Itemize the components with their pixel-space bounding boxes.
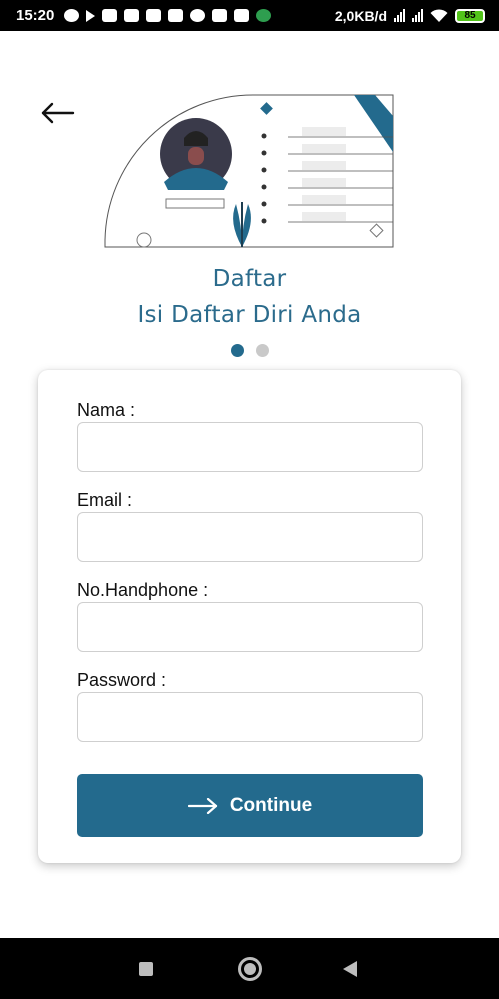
battery-icon: 85 [455, 8, 485, 23]
name-field[interactable] [77, 422, 423, 472]
system-nav-bar [0, 938, 499, 999]
signal-icon [394, 9, 405, 22]
check-icon [190, 9, 206, 22]
network-speed: 2,0KB/d [334, 7, 387, 24]
page-subtitle: Isi Daftar Diri Anda [137, 302, 362, 328]
email-label: Email : [77, 490, 133, 510]
back-triangle-icon[interactable] [343, 961, 357, 977]
name-label: Nama : [77, 400, 136, 420]
signal-icon [412, 9, 423, 22]
continue-button[interactable]: Continue [77, 774, 423, 837]
tiktok-icon [124, 9, 140, 22]
arrow-right-icon [187, 797, 217, 814]
page-title: Daftar [212, 266, 287, 292]
notification-icons [64, 9, 272, 22]
registration-form-card: Nama : Email : No.Handphone : Password :… [38, 370, 461, 863]
status-time: 15:20 [16, 7, 55, 24]
pager-dot [255, 344, 269, 357]
password-field[interactable] [77, 692, 423, 742]
chat-icon [64, 9, 80, 22]
vpn-icon [256, 9, 272, 22]
youtube-icon [102, 9, 118, 22]
password-label: Password : [77, 670, 167, 690]
play-icon [86, 9, 96, 22]
email-field[interactable] [77, 512, 423, 562]
status-right: 2,0KB/d 85 [335, 8, 485, 24]
phone-field[interactable] [77, 602, 423, 652]
recents-square-icon[interactable] [139, 962, 153, 976]
pager-dot-active [230, 344, 244, 357]
bird-icon [212, 9, 228, 22]
pager-dots [0, 344, 499, 357]
twitter-icon [146, 9, 162, 22]
bird-icon [234, 9, 250, 22]
wifi-icon [430, 8, 448, 22]
registration-illustration [104, 94, 394, 248]
status-bar: 15:20 2,0KB/d 85 [0, 0, 499, 31]
home-circle-icon[interactable] [238, 957, 262, 981]
continue-label: Continue [229, 794, 313, 816]
back-arrow-icon[interactable] [40, 99, 76, 127]
calendar-icon [168, 9, 184, 22]
phone-label: No.Handphone : [77, 580, 209, 600]
